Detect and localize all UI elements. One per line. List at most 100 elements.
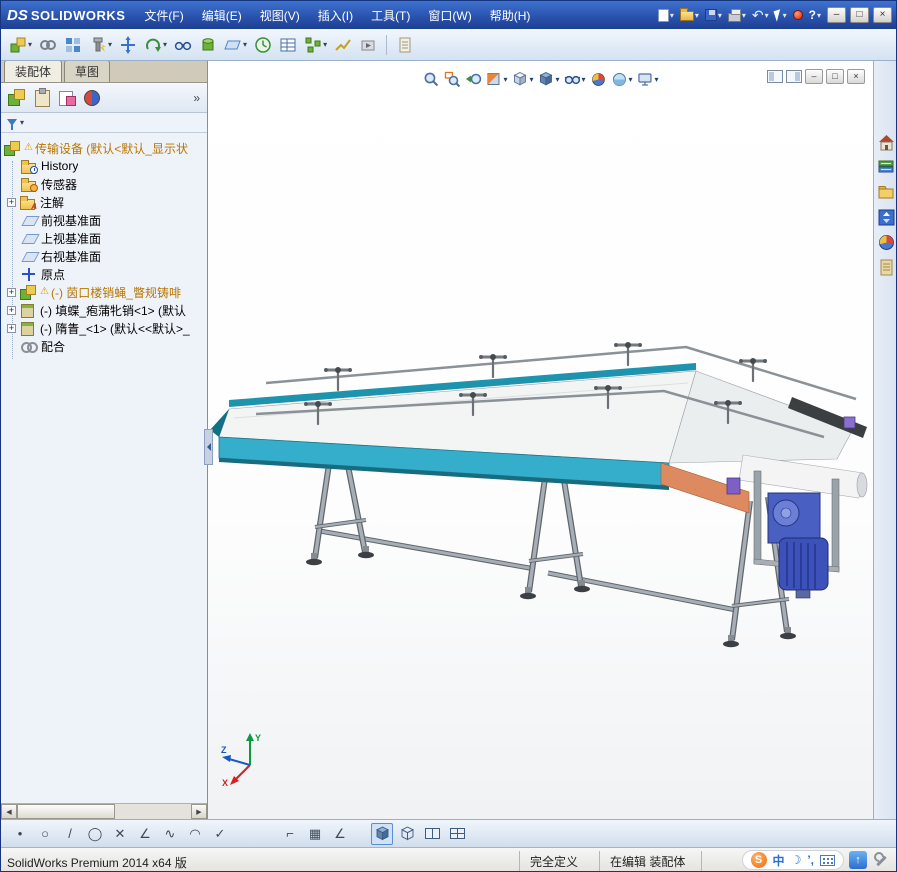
doc-restore-button[interactable]: □ <box>826 69 844 84</box>
exploded-view-button[interactable]: ▾ <box>302 33 329 57</box>
chevron-down-icon[interactable]: ▾ <box>655 75 659 84</box>
previous-view-button[interactable] <box>463 69 482 90</box>
tree-item-mates[interactable]: 配合 <box>1 337 207 355</box>
tree-item-top-plane[interactable]: 上视基准面 <box>1 229 207 247</box>
chevron-down-icon[interactable]: ▾ <box>817 11 821 20</box>
ok-tool-button[interactable]: ✓ <box>209 823 231 845</box>
panel-horizontal-scrollbar[interactable]: ◀ ▶ <box>1 803 207 819</box>
tree-item-component-2[interactable]: + (-) 填蝶_疱蒲牝销<1> (默认 <box>1 301 207 319</box>
tab-sketch[interactable]: 草图 <box>64 60 111 82</box>
chevron-down-icon[interactable]: ▾ <box>695 11 699 20</box>
tree-item-origin[interactable]: 原点 <box>1 265 207 283</box>
expand-toggle[interactable]: + <box>7 197 16 207</box>
panel-more-chevron[interactable]: » <box>193 91 200 105</box>
shaded-view-button[interactable] <box>371 822 393 845</box>
circle-tool-button[interactable]: ○ <box>34 823 56 845</box>
chevron-down-icon[interactable]: ▾ <box>323 40 327 49</box>
ime-halfwidth-icon[interactable]: ☽ <box>791 853 802 867</box>
scroll-left-button[interactable]: ◀ <box>1 804 17 819</box>
panel-collapse-handle[interactable] <box>204 429 213 465</box>
linear-component-pattern-button[interactable] <box>62 33 84 57</box>
chamfer-tool-button[interactable]: ∠ <box>134 823 156 845</box>
chevron-down-icon[interactable]: ▾ <box>629 75 633 84</box>
hide-show-items-button[interactable]: ▾ <box>563 69 587 90</box>
chevron-down-icon[interactable]: ▾ <box>108 40 112 49</box>
tree-item-component-3[interactable]: + (-) 隋眚_<1> (默认<<默认>_ <box>1 319 207 337</box>
tree-item-right-plane[interactable]: 右视基准面 <box>1 247 207 265</box>
tab-assembly[interactable]: 装配体 <box>4 60 63 82</box>
solidworks-resources-icon[interactable] <box>877 133 896 152</box>
chevron-down-icon[interactable]: ▾ <box>20 118 24 127</box>
scrollbar-thumb[interactable] <box>17 804 115 819</box>
explode-line-sketch-button[interactable] <box>332 33 354 57</box>
simulation-button[interactable] <box>357 33 379 57</box>
bill-of-materials-button[interactable] <box>277 33 299 57</box>
doc-minimize-button[interactable]: – <box>805 69 823 84</box>
chevron-down-icon[interactable]: ▾ <box>503 75 507 84</box>
menu-window[interactable]: 窗口(W) <box>419 1 480 29</box>
view-palette-icon[interactable] <box>877 208 896 227</box>
tray-upload-icon[interactable]: ↑ <box>849 851 867 869</box>
ime-soft-keyboard-icon[interactable] <box>820 854 835 866</box>
menu-view[interactable]: 视图(V) <box>251 1 309 29</box>
new-motion-study-button[interactable] <box>252 33 274 57</box>
section-view-button[interactable]: ▾ <box>484 69 508 90</box>
taskpane-toggle-icon[interactable] <box>786 70 802 83</box>
document-properties-button[interactable] <box>394 33 416 57</box>
angle-snap-button[interactable]: ∠ <box>329 823 351 845</box>
ellipse-tool-button[interactable]: ◯ <box>84 823 106 845</box>
viewport-split-button[interactable] <box>421 823 443 845</box>
expand-toggle[interactable]: + <box>7 287 16 297</box>
rotate-component-button[interactable]: ▾ <box>142 33 169 57</box>
minimize-button[interactable]: – <box>827 7 846 23</box>
chevron-down-icon[interactable]: ▾ <box>28 40 32 49</box>
property-manager-icon[interactable] <box>33 88 51 107</box>
zoom-fit-button[interactable] <box>421 69 440 90</box>
point-tool-button[interactable]: • <box>9 823 31 845</box>
tree-item-root[interactable]: ⚠ 传输设备 (默认<默认_显示状 <box>1 139 207 157</box>
print-button[interactable]: ▾ <box>726 5 748 25</box>
save-button[interactable]: ▾ <box>703 5 724 25</box>
menu-help[interactable]: 帮助(H) <box>481 1 540 29</box>
featuremanager-tree-icon[interactable] <box>8 89 26 106</box>
display-manager-icon[interactable] <box>83 89 101 106</box>
tree-item-sensors[interactable]: 传感器 <box>1 175 207 193</box>
expand-toggle[interactable]: + <box>7 305 16 315</box>
menu-tools[interactable]: 工具(T) <box>362 1 419 29</box>
close-button[interactable]: × <box>873 7 892 23</box>
doc-close-button[interactable]: × <box>847 69 865 84</box>
custom-properties-icon[interactable] <box>877 258 896 277</box>
undo-button[interactable]: ↶ ▾ <box>750 5 771 25</box>
expand-toggle[interactable]: + <box>7 323 16 333</box>
chevron-down-icon[interactable]: ▾ <box>718 11 722 20</box>
scrollbar-track[interactable] <box>17 804 191 819</box>
viewport-grid-button[interactable] <box>446 823 468 845</box>
ime-punctuation-icon[interactable]: ’, <box>807 853 814 867</box>
sogou-ime-icon[interactable]: S <box>750 852 767 868</box>
view-orientation-button[interactable]: ▾ <box>510 69 534 90</box>
wireframe-view-button[interactable] <box>396 823 418 845</box>
menu-edit[interactable]: 编辑(E) <box>193 1 251 29</box>
line-tool-button[interactable]: / <box>59 823 81 845</box>
menu-file[interactable]: 文件(F) <box>135 1 192 29</box>
spline-tool-button[interactable]: ∿ <box>159 823 181 845</box>
chevron-down-icon[interactable]: ▾ <box>765 11 769 20</box>
display-style-button[interactable]: ▾ <box>536 69 560 90</box>
open-button[interactable]: ▾ <box>678 5 701 25</box>
move-component-button[interactable] <box>117 33 139 57</box>
ime-chinese-mode-icon[interactable]: 中 <box>773 852 785 869</box>
view-settings-button[interactable]: ▾ <box>636 69 660 90</box>
help-button[interactable]: ? ▾ <box>807 5 823 25</box>
selection-frame-button[interactable]: ⌐ <box>279 823 301 845</box>
select-button[interactable]: ▾ <box>773 5 789 25</box>
filter-icon[interactable] <box>7 119 17 130</box>
insert-components-button[interactable]: ▾ <box>7 33 34 57</box>
model-canvas[interactable] <box>208 61 873 819</box>
restore-button[interactable]: □ <box>850 7 869 23</box>
trim-tool-button[interactable]: ✕ <box>109 823 131 845</box>
chevron-down-icon[interactable]: ▾ <box>670 11 674 20</box>
assembly-features-button[interactable] <box>197 33 219 57</box>
featuremanager-toggle-icon[interactable] <box>767 70 783 83</box>
menu-insert[interactable]: 插入(I) <box>309 1 362 29</box>
appearances-scenes-icon[interactable] <box>877 233 896 252</box>
